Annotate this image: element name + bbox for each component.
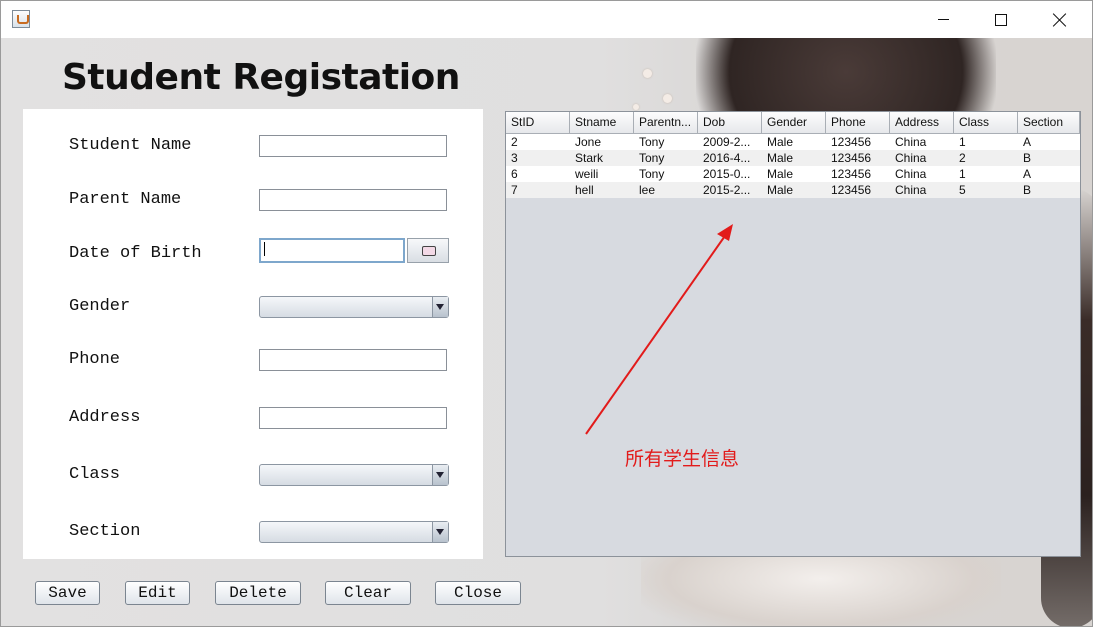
app-window: Student Registation Student Name Parent … [0,0,1093,627]
arrow-shaft [585,232,728,435]
maximize-icon [995,13,1007,26]
close-icon [1053,13,1067,27]
java-cup-icon[interactable] [12,10,30,28]
annotation-text: 所有学生信息 [625,448,740,470]
annotation-arrow [585,224,733,435]
title-bar [1,1,1092,38]
maximize-button[interactable] [972,1,1030,38]
arrow-head [717,224,733,241]
content-area: Student Registation Student Name Parent … [1,38,1092,626]
minimize-icon [937,19,949,20]
close-window-button[interactable] [1031,1,1089,38]
minimize-button[interactable] [914,1,972,38]
